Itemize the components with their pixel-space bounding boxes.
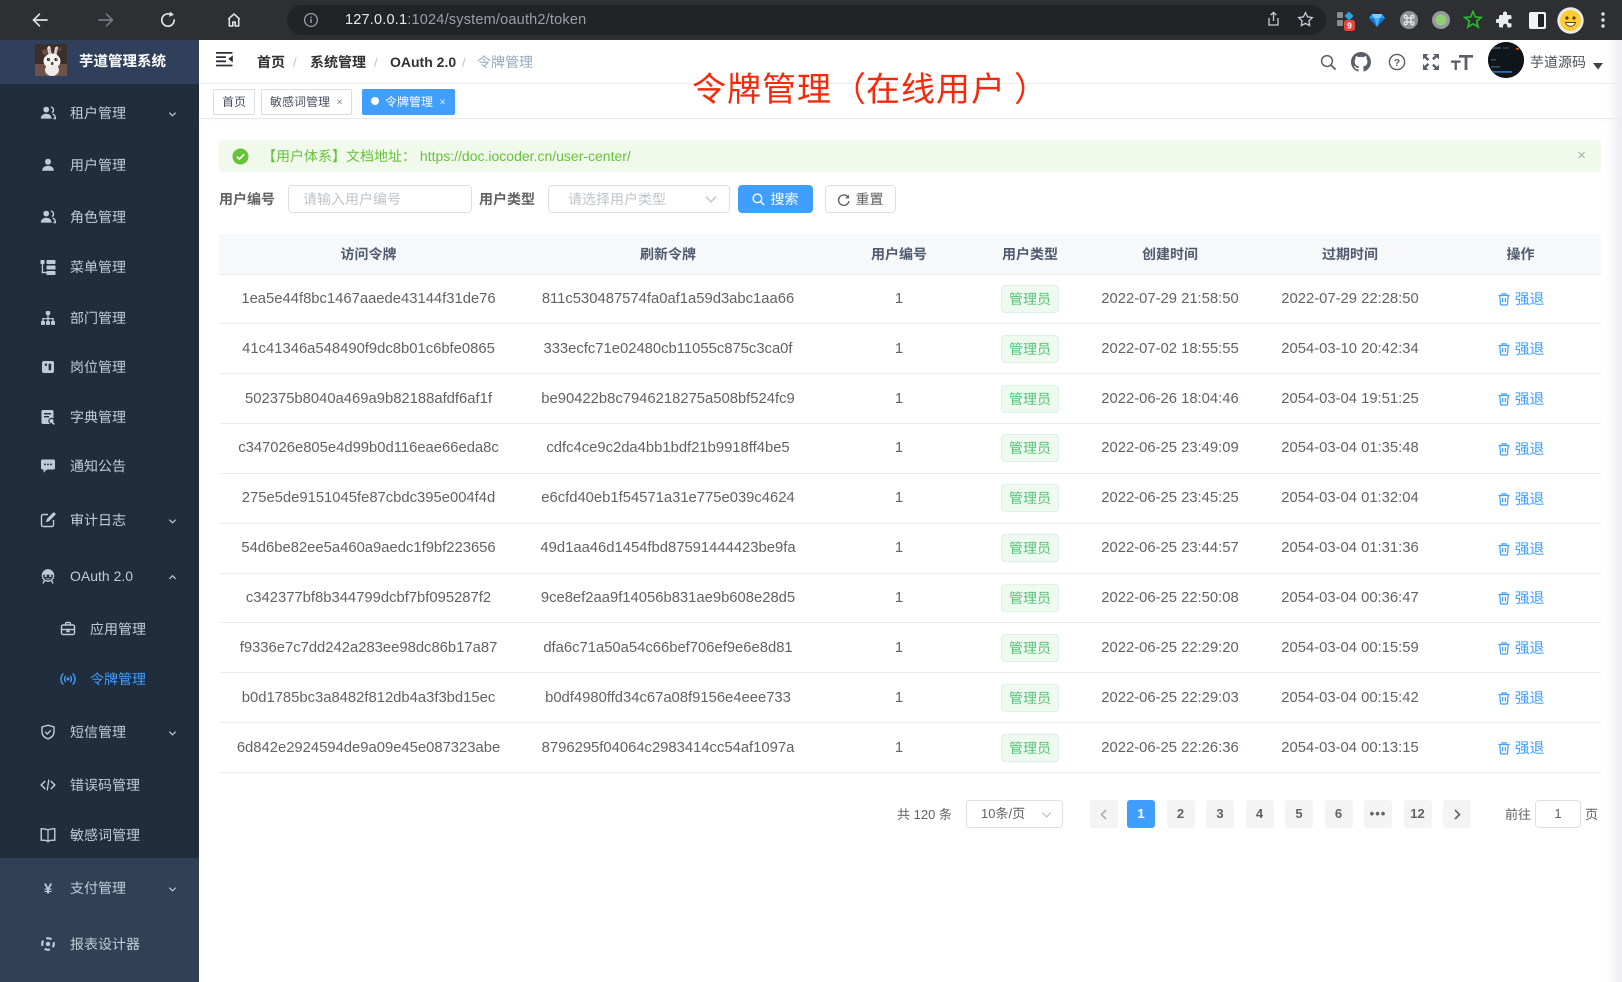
svg-text:¥: ¥ <box>44 881 53 897</box>
svg-text:?: ? <box>1393 57 1399 69</box>
svg-text:9: 9 <box>1347 21 1352 31</box>
